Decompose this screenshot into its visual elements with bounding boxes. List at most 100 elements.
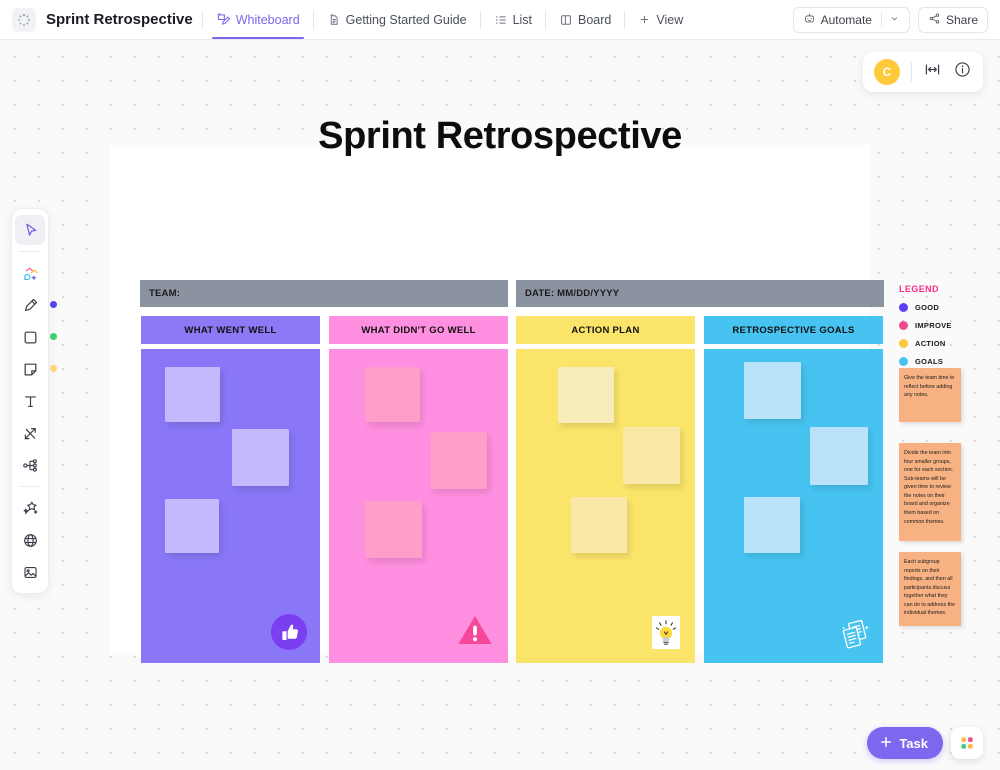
sticky-note[interactable] (744, 362, 801, 419)
loading-dots-icon (12, 7, 36, 32)
image-icon[interactable] (15, 557, 45, 587)
rectangle-tool[interactable] (15, 322, 57, 352)
avatar[interactable]: C (874, 59, 900, 85)
notes-checklist-icon (837, 617, 873, 653)
column-action-plan[interactable] (516, 349, 695, 663)
apps-grid-icon[interactable] (951, 727, 983, 759)
column-header-retrospective-goals[interactable]: RETROSPECTIVE GOALS (704, 316, 883, 344)
team-field[interactable]: TEAM: (140, 280, 508, 307)
thumbs-up-icon (270, 613, 308, 651)
automate-button[interactable]: Automate (792, 6, 910, 33)
pen-tool[interactable] (15, 290, 57, 320)
fit-to-width-icon[interactable] (923, 60, 942, 84)
tab-label: Board (578, 12, 612, 27)
sticky-note[interactable] (810, 427, 868, 485)
doc-icon (327, 13, 341, 27)
plus-icon (879, 735, 893, 752)
legend: LEGEND GOOD IMPROVE ACTION GOALS (899, 284, 969, 366)
connector-tool[interactable] (15, 418, 45, 448)
sticky-color-indicator[interactable] (50, 365, 57, 372)
sticky-note[interactable] (744, 497, 800, 553)
info-icon[interactable] (953, 60, 972, 84)
rectangle-color-indicator[interactable] (50, 333, 57, 340)
shapes-add-tool[interactable] (15, 258, 45, 288)
add-task-label: Task (899, 735, 928, 751)
team-label: TEAM: (149, 288, 181, 299)
sticky-note[interactable] (558, 367, 614, 423)
canvas-bottom-controls: Task (867, 727, 983, 759)
select-tool[interactable] (15, 215, 45, 245)
date-field[interactable]: DATE: MM/DD/YYYY (516, 280, 884, 307)
warning-triangle-icon (456, 611, 494, 649)
sticky-note[interactable] (232, 429, 289, 486)
column-header-label: ACTION PLAN (571, 324, 640, 336)
column-retrospective-goals[interactable] (704, 349, 883, 663)
tab-label: Getting Started Guide (345, 12, 467, 27)
legend-color-dot (899, 303, 908, 312)
tab-getting-started-guide[interactable]: Getting Started Guide (323, 0, 471, 39)
topbar-actions: Automate Share (792, 6, 988, 33)
column-header-what-didnt-go-well[interactable]: WHAT DIDN'T GO WELL (329, 316, 508, 344)
legend-item-action: ACTION (899, 339, 969, 348)
column-header-label: WHAT WENT WELL (184, 324, 277, 336)
sticky-note[interactable] (623, 427, 680, 484)
share-button[interactable]: Share (917, 6, 988, 33)
tab-label: View (656, 12, 684, 27)
column-header-label: RETROSPECTIVE GOALS (732, 324, 855, 336)
legend-color-dot (899, 357, 908, 366)
tab-add-view[interactable]: View (634, 0, 687, 39)
magic-wand-icon[interactable] (15, 493, 45, 523)
column-what-didnt-go-well[interactable] (329, 349, 508, 663)
sticky-note[interactable] (165, 499, 219, 553)
mindmap-tool[interactable] (15, 450, 45, 480)
robot-icon (803, 12, 816, 28)
divider (19, 251, 41, 252)
legend-item-label: GOOD (915, 303, 940, 312)
sticky-note[interactable] (571, 497, 627, 553)
guide-note-text: Give the team time to reflect before add… (904, 375, 955, 399)
text-tool[interactable] (15, 386, 45, 416)
plus-icon (638, 13, 651, 26)
sticky-note-tool[interactable] (15, 354, 57, 384)
whiteboard-toolbar (11, 208, 57, 594)
guide-note-1[interactable]: Give the team time to reflect before add… (899, 368, 961, 422)
add-task-button[interactable]: Task (867, 727, 943, 759)
divider (880, 12, 882, 27)
board-title: Sprint Retrospective (318, 115, 682, 157)
date-label: DATE: MM/DD/YYYY (525, 288, 620, 299)
tab-board[interactable]: Board (555, 0, 615, 39)
tab-label: List (512, 12, 533, 27)
column-header-what-went-well[interactable]: WHAT WENT WELL (141, 316, 320, 344)
legend-color-dot (899, 339, 908, 348)
app-root: Sprint Retrospective Whiteboard Getting … (0, 0, 1000, 770)
whiteboard-canvas[interactable]: Sprint Retrospective TEAM: DATE: MM/DD/Y… (0, 40, 1000, 770)
top-bar: Sprint Retrospective Whiteboard Getting … (0, 0, 1000, 40)
divider (624, 10, 626, 29)
canvas-top-controls: C (863, 52, 983, 92)
divider (479, 10, 481, 29)
sticky-note[interactable] (365, 367, 420, 422)
chevron-down-icon[interactable] (889, 13, 900, 27)
sticky-note[interactable] (165, 367, 220, 422)
legend-item-goals: GOALS (899, 357, 969, 366)
divider (201, 10, 203, 29)
divider (19, 486, 41, 487)
share-icon (928, 12, 941, 28)
legend-item-label: ACTION (915, 339, 946, 348)
column-header-label: WHAT DIDN'T GO WELL (361, 324, 476, 336)
pen-color-indicator[interactable] (50, 301, 57, 308)
board-icon (559, 13, 573, 27)
guide-note-2[interactable]: Divide the team into four smaller groups… (899, 443, 961, 541)
globe-icon[interactable] (15, 525, 45, 555)
sticky-note[interactable] (430, 432, 487, 489)
column-header-action-plan[interactable]: ACTION PLAN (516, 316, 695, 344)
sticky-note[interactable] (365, 501, 422, 558)
automate-label: Automate (820, 12, 872, 27)
tab-label: Whiteboard (235, 12, 300, 27)
tab-list[interactable]: List (490, 0, 536, 39)
tab-whiteboard[interactable]: Whiteboard (211, 0, 304, 39)
page-title: Sprint Retrospective (46, 11, 193, 28)
column-what-went-well[interactable] (141, 349, 320, 663)
guide-note-3[interactable]: Each subgroup reports on their findings,… (899, 552, 961, 626)
lightbulb-icon (652, 616, 680, 649)
